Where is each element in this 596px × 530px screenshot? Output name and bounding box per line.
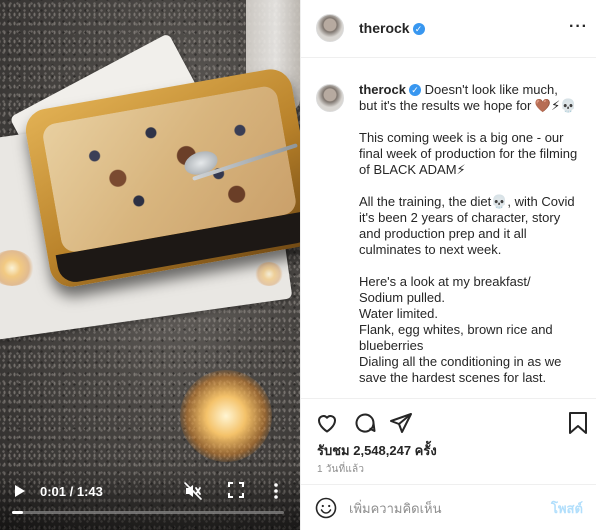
post-caption: therock ✓ Doesn't look like much, but it'…: [359, 82, 579, 394]
vertical-dots-icon[interactable]: [268, 481, 284, 501]
comment-bar: โพสต์: [301, 484, 596, 530]
muted-speaker-icon[interactable]: [183, 481, 203, 501]
post-header: therock ✓ ···: [301, 0, 596, 58]
caption-line: Here's a look at my breakfast/: [359, 274, 531, 289]
post-panel: therock ✓ ··· therock ✓ Doesn't look like …: [300, 0, 596, 530]
video-time: 0:01 / 1:43: [40, 483, 103, 499]
caption-line: Water limited.: [359, 306, 438, 321]
comment-icon[interactable]: [353, 411, 377, 435]
verified-badge-icon: ✓: [412, 23, 425, 35]
video-player[interactable]: 0:01 / 1:43: [0, 0, 300, 530]
more-options-icon[interactable]: ···: [569, 18, 588, 36]
play-icon[interactable]: [10, 481, 30, 501]
comment-input[interactable]: [349, 498, 539, 518]
heart-icon[interactable]: [315, 411, 339, 435]
light-reflection-image: [255, 262, 283, 286]
emoji-icon[interactable]: [315, 497, 337, 519]
header-username-text[interactable]: therock: [359, 20, 410, 36]
share-icon[interactable]: [389, 411, 413, 435]
caption-line: Dialing all the conditioning in as we sa…: [359, 354, 562, 385]
caption-avatar[interactable]: [316, 84, 344, 112]
caption-line: This coming week is a big one - our fina…: [359, 130, 578, 177]
save-icon[interactable]: [567, 411, 591, 435]
video-progress-bar[interactable]: [12, 511, 284, 514]
caption-username[interactable]: therock: [359, 82, 406, 97]
verified-badge-icon: ✓: [408, 84, 421, 96]
post-timestamp[interactable]: 1 วันที่แล้ว: [317, 462, 364, 477]
caption-line: All the training, the diet💀, with Covid …: [359, 194, 575, 257]
view-count[interactable]: รับชม 2,548,247 ครั้ง: [317, 440, 437, 461]
header-username[interactable]: therock ✓: [359, 20, 425, 36]
caption-line: Sodium pulled.: [359, 290, 445, 305]
caption-line: Flank, egg whites, brown rice and bluebe…: [359, 322, 553, 353]
candle-light-image: [180, 370, 272, 462]
video-progress-fill: [12, 511, 23, 514]
post-comment-button[interactable]: โพสต์: [551, 498, 583, 519]
avatar[interactable]: [316, 14, 344, 42]
fullscreen-icon[interactable]: [227, 481, 245, 499]
